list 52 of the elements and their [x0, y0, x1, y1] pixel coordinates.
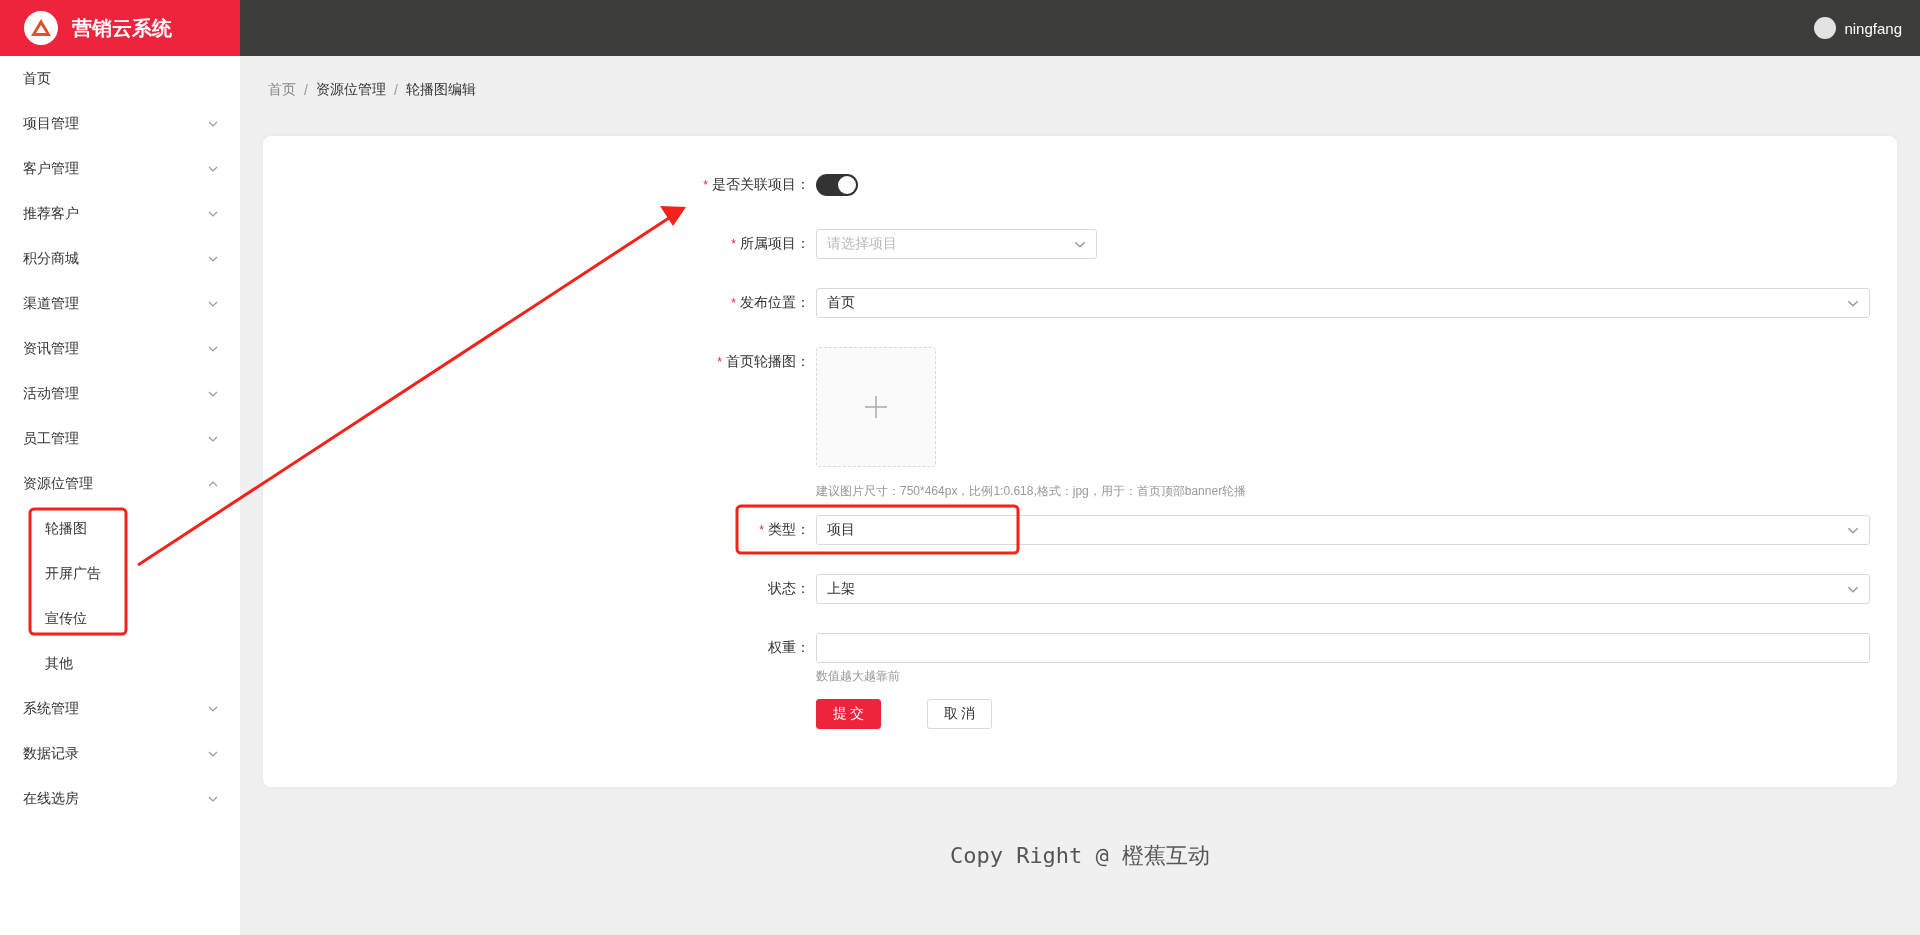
breadcrumb-link[interactable]: 资源位管理	[315, 81, 386, 99]
submenu-item[interactable]: 开屏广告	[0, 551, 240, 596]
sidebar-item[interactable]: 员工管理	[0, 416, 240, 461]
hint-text: 建议图片尺寸：750*464px，比例1:0.618,格式：jpg，用于：首页顶部banner轮播	[816, 483, 1247, 500]
hint-text: 数值越大越靠前	[816, 668, 900, 685]
sidebar-item[interactable]: 系统管理	[0, 686, 240, 731]
breadcrumb-current: 轮播图编辑	[405, 81, 476, 99]
select-field[interactable]: 首页	[816, 288, 1870, 318]
required-mark: *	[759, 523, 764, 537]
required-mark: *	[731, 296, 736, 310]
logo-icon	[24, 11, 58, 45]
sidebar-item[interactable]: 活动管理	[0, 371, 240, 416]
field-label: 权重：	[768, 639, 810, 657]
required-mark: *	[731, 237, 736, 251]
sidebar-item[interactable]: 资源位管理	[0, 461, 240, 506]
sidebar-item[interactable]: 渠道管理	[0, 281, 240, 326]
submenu-item[interactable]: 其他	[0, 641, 240, 686]
submenu-item[interactable]: 轮播图	[0, 506, 240, 551]
avatar-icon[interactable]	[1814, 17, 1837, 39]
input-field[interactable]	[816, 633, 1870, 663]
select-field[interactable]: 项目	[816, 515, 1870, 545]
toggle-switch[interactable]	[816, 174, 858, 196]
user-name[interactable]: ningfang	[1844, 19, 1902, 37]
field-label: 类型：	[768, 521, 810, 539]
app-title: 营销云系统	[72, 15, 172, 41]
footer-text: Copy Right @ 橙蕉互动	[948, 842, 1212, 870]
sidebar-item[interactable]: 数据记录	[0, 731, 240, 776]
sidebar-item[interactable]: 积分商城	[0, 236, 240, 281]
caret-icon	[1847, 585, 1859, 593]
sidebar-item[interactable]: 项目管理	[0, 101, 240, 146]
field-label: 所属项目：	[740, 235, 810, 253]
cancel-button[interactable]: 取 消	[927, 699, 992, 729]
sidebar-item[interactable]: 资讯管理	[0, 326, 240, 371]
field-label: 首页轮播图：	[726, 353, 810, 371]
submit-button[interactable]: 提 交	[816, 699, 881, 729]
caret-icon	[1074, 240, 1086, 248]
select-field[interactable]: 上架	[816, 574, 1870, 604]
sidebar-item[interactable]: 推荐客户	[0, 191, 240, 236]
sidebar-item[interactable]: 客户管理	[0, 146, 240, 191]
field-label: 状态：	[768, 580, 810, 598]
sidebar-item[interactable]: 首页	[0, 56, 240, 101]
plus-icon	[865, 396, 887, 418]
field-label: 是否关联项目：	[712, 176, 810, 194]
sidebar-item[interactable]: 在线选房	[0, 776, 240, 821]
required-mark: *	[717, 355, 722, 369]
caret-icon	[1847, 299, 1859, 307]
breadcrumb-separator: /	[393, 82, 398, 98]
required-mark: *	[703, 178, 708, 192]
submenu-item[interactable]: 宣传位	[0, 596, 240, 641]
field-label: 发布位置：	[740, 294, 810, 312]
caret-icon	[1847, 526, 1859, 534]
breadcrumb-separator: /	[304, 82, 308, 98]
